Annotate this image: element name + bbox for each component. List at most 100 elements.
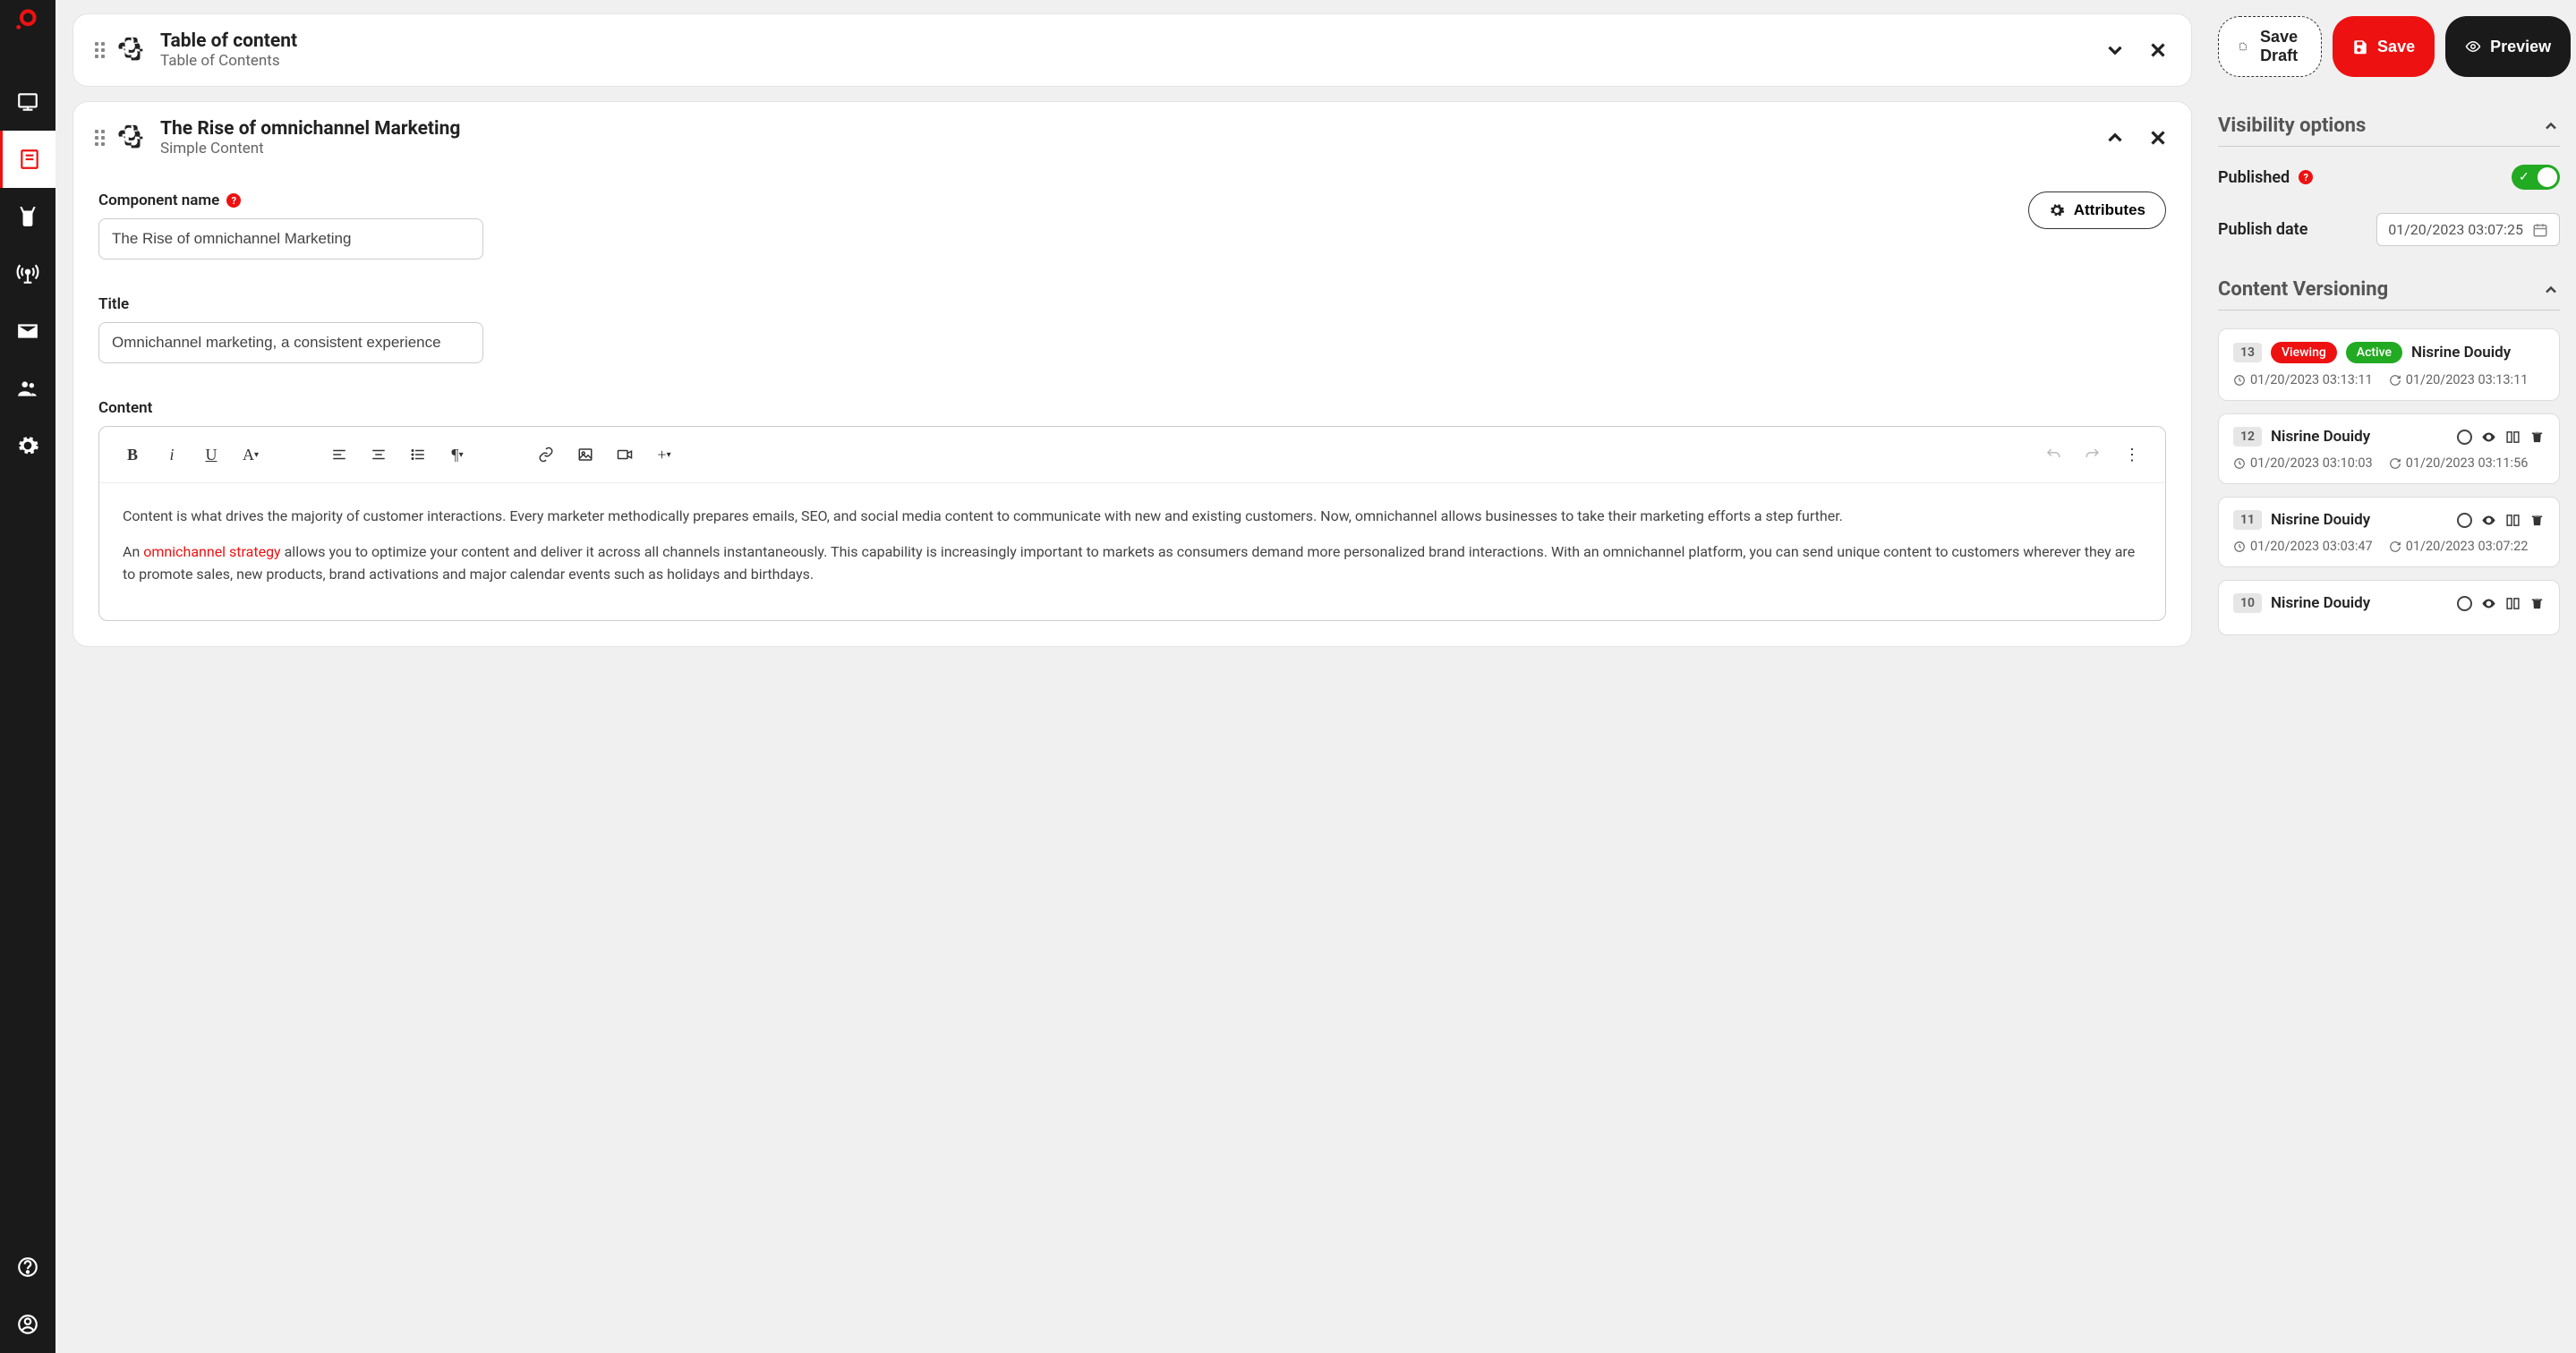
paragraph-button[interactable]: ¶▾ <box>440 439 474 470</box>
save-icon <box>2352 38 2368 55</box>
block-subtitle: Simple Content <box>160 140 2091 157</box>
version-card[interactable]: 10 Nisrine Douidy <box>2218 580 2560 635</box>
sidebar <box>0 0 55 1353</box>
clock-icon <box>2233 540 2246 553</box>
version-user: Nisrine Douidy <box>2271 594 2370 612</box>
block-title: The Rise of omnichannel Marketing <box>160 118 2091 140</box>
version-user: Nisrine Douidy <box>2411 344 2511 362</box>
versioning-heading: Content Versioning <box>2218 278 2388 301</box>
component-name-label: Component name ? <box>98 191 483 209</box>
chevron-up-icon[interactable] <box>2542 117 2560 135</box>
version-card[interactable]: 12 Nisrine Douidy 01/20/2023 03:10:03 01… <box>2218 413 2560 484</box>
drag-handle-icon[interactable] <box>95 130 105 146</box>
versioning-section: Content Versioning 13 Viewing Active Nis… <box>2218 278 2560 635</box>
attributes-button[interactable]: Attributes <box>2028 191 2166 229</box>
content-para-2: An omnichannel strategy allows you to op… <box>123 540 2142 586</box>
help-icon[interactable]: ? <box>226 193 241 208</box>
align-center-button[interactable] <box>362 439 396 470</box>
save-button[interactable]: Save <box>2333 16 2435 77</box>
italic-button[interactable]: i <box>155 439 189 470</box>
eye-icon[interactable] <box>2481 513 2496 528</box>
version-user: Nisrine Douidy <box>2271 428 2370 446</box>
clock-icon <box>2233 457 2246 470</box>
clock-icon <box>2233 374 2246 387</box>
viewing-badge: Viewing <box>2271 342 2337 363</box>
bold-button[interactable]: B <box>115 439 149 470</box>
content-link[interactable]: omnichannel strategy <box>143 543 280 560</box>
sidebar-item-commerce[interactable] <box>0 188 55 245</box>
puzzle-icon <box>117 123 148 153</box>
block-rise: The Rise of omnichannel Marketing Simple… <box>73 102 2191 646</box>
eye-icon <box>2465 38 2481 55</box>
drag-handle-icon[interactable] <box>95 42 105 58</box>
editor-body[interactable]: Content is what drives the majority of c… <box>99 483 2165 620</box>
eye-icon[interactable] <box>2481 596 2496 611</box>
select-icon[interactable] <box>2457 513 2472 528</box>
fontcase-button[interactable]: A▾ <box>234 439 268 470</box>
visibility-section: Visibility options Published ? ✓ Publish… <box>2218 115 2560 246</box>
more-button[interactable]: ⋮ <box>2115 439 2149 470</box>
sidebar-item-dashboard[interactable] <box>0 73 55 131</box>
chevron-up-icon[interactable] <box>2542 281 2560 299</box>
underline-button[interactable]: U <box>194 439 228 470</box>
version-card[interactable]: 11 Nisrine Douidy 01/20/2023 03:03:47 01… <box>2218 497 2560 567</box>
sidebar-item-mail[interactable] <box>0 302 55 360</box>
active-badge: Active <box>2346 342 2402 363</box>
compare-icon[interactable] <box>2505 513 2521 528</box>
block-subtitle: Table of Contents <box>160 52 2091 70</box>
sidebar-item-settings[interactable] <box>0 417 55 474</box>
image-button[interactable] <box>568 439 602 470</box>
version-card[interactable]: 13 Viewing Active Nisrine Douidy 01/20/2… <box>2218 328 2560 401</box>
content-label: Content <box>98 399 2166 417</box>
redo-button[interactable] <box>2076 439 2110 470</box>
version-user: Nisrine Douidy <box>2271 511 2370 529</box>
select-icon[interactable] <box>2457 596 2472 611</box>
insert-button[interactable]: +▾ <box>647 439 681 470</box>
compare-icon[interactable] <box>2505 430 2521 445</box>
video-button[interactable] <box>608 439 642 470</box>
align-left-button[interactable] <box>322 439 356 470</box>
sidebar-item-users[interactable] <box>0 360 55 417</box>
save-draft-button[interactable]: Save Draft <box>2218 16 2322 77</box>
chevron-down-icon[interactable] <box>2103 38 2127 62</box>
link-button[interactable] <box>529 439 563 470</box>
version-number: 12 <box>2233 427 2262 447</box>
content-para-1: Content is what drives the majority of c… <box>123 505 2142 528</box>
close-icon[interactable] <box>2146 38 2170 62</box>
trash-icon[interactable] <box>2529 513 2545 528</box>
eye-icon[interactable] <box>2481 430 2496 445</box>
component-name-input[interactable] <box>98 218 483 260</box>
puzzle-icon <box>117 35 148 65</box>
help-icon[interactable]: ? <box>2299 170 2313 184</box>
version-number: 11 <box>2233 510 2262 530</box>
file-icon <box>2239 38 2248 55</box>
refresh-icon <box>2389 540 2401 553</box>
right-panel: Save Draft Save Preview Visibility optio… <box>2209 0 2576 1353</box>
title-input[interactable] <box>98 322 483 363</box>
sidebar-item-help[interactable] <box>0 1238 55 1296</box>
rich-editor: B i U A▾ ¶▾ <box>98 426 2166 621</box>
undo-button[interactable] <box>2036 439 2070 470</box>
block-toc: Table of content Table of Contents <box>73 14 2191 86</box>
trash-icon[interactable] <box>2529 596 2545 611</box>
sidebar-item-content[interactable] <box>0 131 55 188</box>
close-icon[interactable] <box>2146 126 2170 149</box>
title-label: Title <box>98 295 2166 313</box>
gear-icon <box>2049 202 2065 218</box>
block-title: Table of content <box>160 30 2091 52</box>
editor-toolbar: B i U A▾ ¶▾ <box>99 427 2165 483</box>
compare-icon[interactable] <box>2505 596 2521 611</box>
version-number: 13 <box>2233 343 2262 362</box>
sidebar-item-account[interactable] <box>0 1296 55 1353</box>
version-number: 10 <box>2233 593 2262 613</box>
published-label: Published ? <box>2218 168 2313 187</box>
sidebar-item-broadcast[interactable] <box>0 245 55 302</box>
chevron-up-icon[interactable] <box>2103 126 2127 149</box>
select-icon[interactable] <box>2457 430 2472 445</box>
preview-button[interactable]: Preview <box>2445 16 2571 77</box>
visibility-heading: Visibility options <box>2218 115 2366 137</box>
list-button[interactable] <box>401 439 435 470</box>
publish-date-input[interactable]: 01/20/2023 03:07:25 <box>2376 213 2560 246</box>
trash-icon[interactable] <box>2529 430 2545 445</box>
published-toggle[interactable]: ✓ <box>2512 165 2560 190</box>
